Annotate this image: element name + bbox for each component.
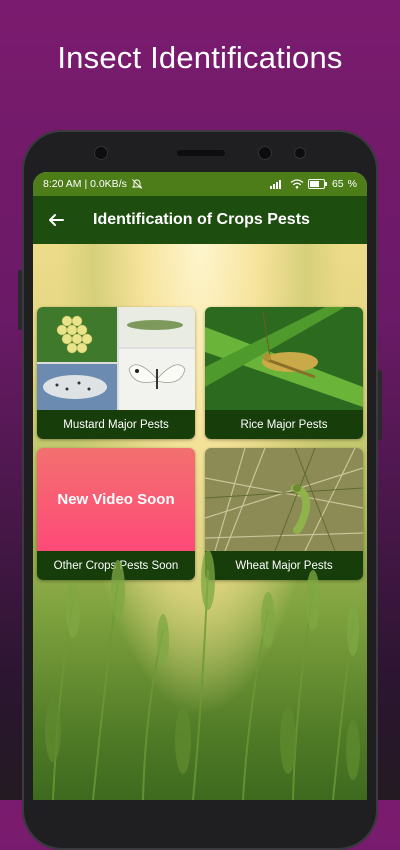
power-button [378,370,382,440]
page-title: Identification of Crops Pests [93,211,310,228]
back-button[interactable] [33,196,79,244]
new-video-soon-banner: New Video Soon [37,448,195,551]
arrow-left-icon [49,214,64,226]
app-bar: Identification of Crops Pests [33,196,367,244]
card-label: Mustard Major Pests [37,410,195,439]
battery-icon [307,179,327,189]
wifi-icon [290,179,304,189]
notifications-off-icon [131,179,143,189]
battery-percent: 65 [331,178,344,190]
status-time: 8:20 AM | 0.0KB/s [43,178,127,190]
volume-button [18,270,22,330]
camera-bar [22,142,378,162]
wheat-field-background [45,550,360,800]
app-screen: 8:20 AM | 0.0KB/s 65 % Identification of… [33,172,367,800]
wheat-pests-image [205,448,363,552]
new-video-soon-text: New Video Soon [57,491,175,508]
card-label: Rice Major Pests [205,410,363,439]
sensor-icon [258,146,272,160]
signal-icon [269,180,281,189]
rice-pests-image [205,307,363,410]
card-mustard-pests[interactable]: Mustard Major Pests [37,307,195,439]
card-rice-pests[interactable]: Rice Major Pests [205,307,363,439]
mustard-pests-image [37,307,195,410]
speaker-grille [177,150,225,156]
front-camera-icon [94,146,108,160]
sensor-icon [294,147,306,159]
promo-title: Insect Identifications [57,40,343,75]
status-bar: 8:20 AM | 0.0KB/s 65 % [33,172,367,196]
